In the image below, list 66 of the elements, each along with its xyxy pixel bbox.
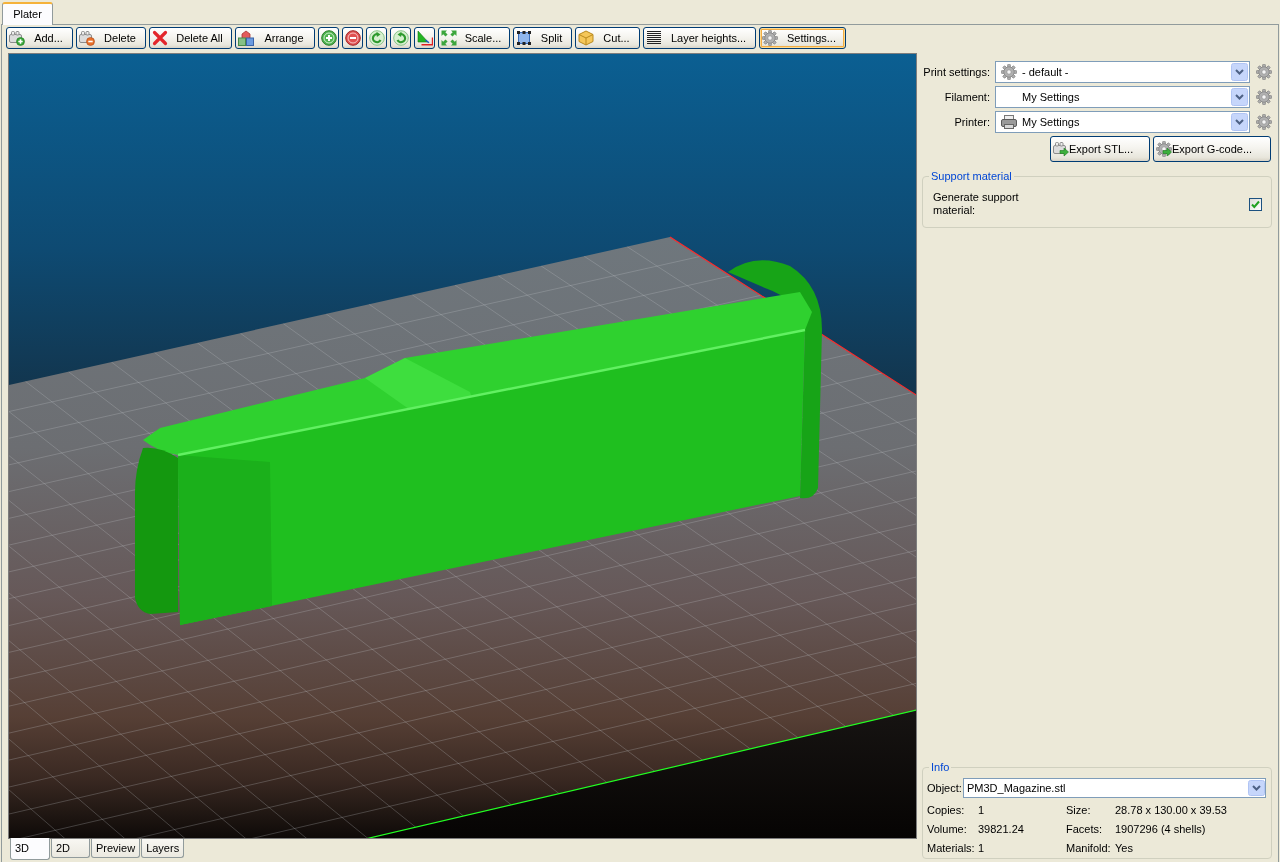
lines-icon	[646, 30, 662, 46]
preset-dropdown[interactable]: My Settings	[995, 111, 1250, 133]
minus-circle-icon	[344, 30, 361, 46]
expand-arrows-icon	[441, 30, 457, 46]
option-label: Generate support material:	[933, 191, 1020, 217]
scale-button[interactable]: Scale...	[438, 27, 510, 49]
view-tab[interactable]: 3D	[10, 838, 50, 860]
stat-label: Volume:	[927, 823, 968, 836]
rotate-right-icon	[392, 30, 409, 46]
rotate-right-button[interactable]	[390, 27, 411, 49]
gear-icon	[1001, 64, 1017, 80]
field-label: Print settings:	[922, 65, 990, 79]
preset-dropdown[interactable]: My Settings	[995, 86, 1250, 108]
stat-label: Manifold:	[1066, 842, 1112, 855]
brick-plus-icon	[9, 30, 25, 46]
printer-icon	[1001, 114, 1017, 130]
group-title: Info	[929, 761, 952, 774]
3d-viewport[interactable]	[9, 54, 916, 838]
minus-button[interactable]	[342, 27, 363, 49]
stat-label: Size:	[1066, 804, 1092, 817]
field-label: Object:	[927, 781, 963, 795]
gear-icon[interactable]	[1256, 89, 1272, 105]
settings-button[interactable]: Settings...	[759, 27, 846, 49]
plus-circle-icon	[320, 30, 337, 46]
stat-label: Facets:	[1066, 823, 1104, 836]
field-label: Printer:	[953, 115, 990, 129]
export-gcode-button[interactable]: Export G-code...	[1153, 136, 1271, 162]
mirror-icon	[416, 30, 433, 46]
tab[interactable]: Plater	[2, 2, 53, 25]
add-button[interactable]: Add...	[6, 27, 73, 49]
plus-button[interactable]	[318, 27, 339, 49]
delete-all-button[interactable]: Delete All	[149, 27, 232, 49]
gear-icon[interactable]	[1256, 64, 1272, 80]
stat-label: Copies:	[927, 804, 966, 817]
arrange-button[interactable]: Arrange	[235, 27, 315, 49]
stat-value: 1907296 (4 shells)	[1115, 823, 1207, 836]
gear-icon	[762, 30, 778, 46]
mirror-button[interactable]	[414, 27, 435, 49]
layer-heights-button[interactable]: Layer heights...	[643, 27, 756, 49]
gear-icon[interactable]	[1256, 114, 1272, 130]
box-icon	[578, 30, 594, 46]
stat-value: 1	[978, 842, 986, 855]
export-stl-button[interactable]: Export STL...	[1050, 136, 1150, 162]
rotate-left-button[interactable]	[366, 27, 387, 49]
stat-value: Yes	[1115, 842, 1134, 855]
checkbox[interactable]	[1249, 197, 1262, 211]
object-dropdown[interactable]: PM3D_Magazine.stl	[963, 778, 1266, 798]
stat-label: Materials:	[927, 842, 976, 855]
stat-value: 39821.24	[978, 823, 1025, 836]
stat-value: 28.78 x 130.00 x 39.53	[1115, 804, 1228, 817]
cross-icon	[152, 30, 168, 46]
brick-minus-icon	[79, 30, 95, 46]
brick-arrow-icon	[1053, 141, 1069, 157]
view-tab[interactable]: Layers	[141, 839, 185, 858]
group-title: Support material	[929, 170, 1014, 183]
delete-button[interactable]: Delete	[76, 27, 146, 49]
cut-button[interactable]: Cut...	[575, 27, 640, 49]
view-tab[interactable]: Preview	[91, 839, 141, 858]
view-tab[interactable]: 2D	[51, 839, 90, 858]
cubes-icon	[238, 30, 254, 46]
field-label: Filament:	[943, 90, 990, 104]
stat-value: 1	[978, 804, 986, 817]
split-button[interactable]: Split	[513, 27, 572, 49]
dotted-square-icon	[516, 30, 532, 46]
rotate-left-icon	[368, 30, 385, 46]
preset-dropdown[interactable]: - default -	[995, 61, 1250, 83]
